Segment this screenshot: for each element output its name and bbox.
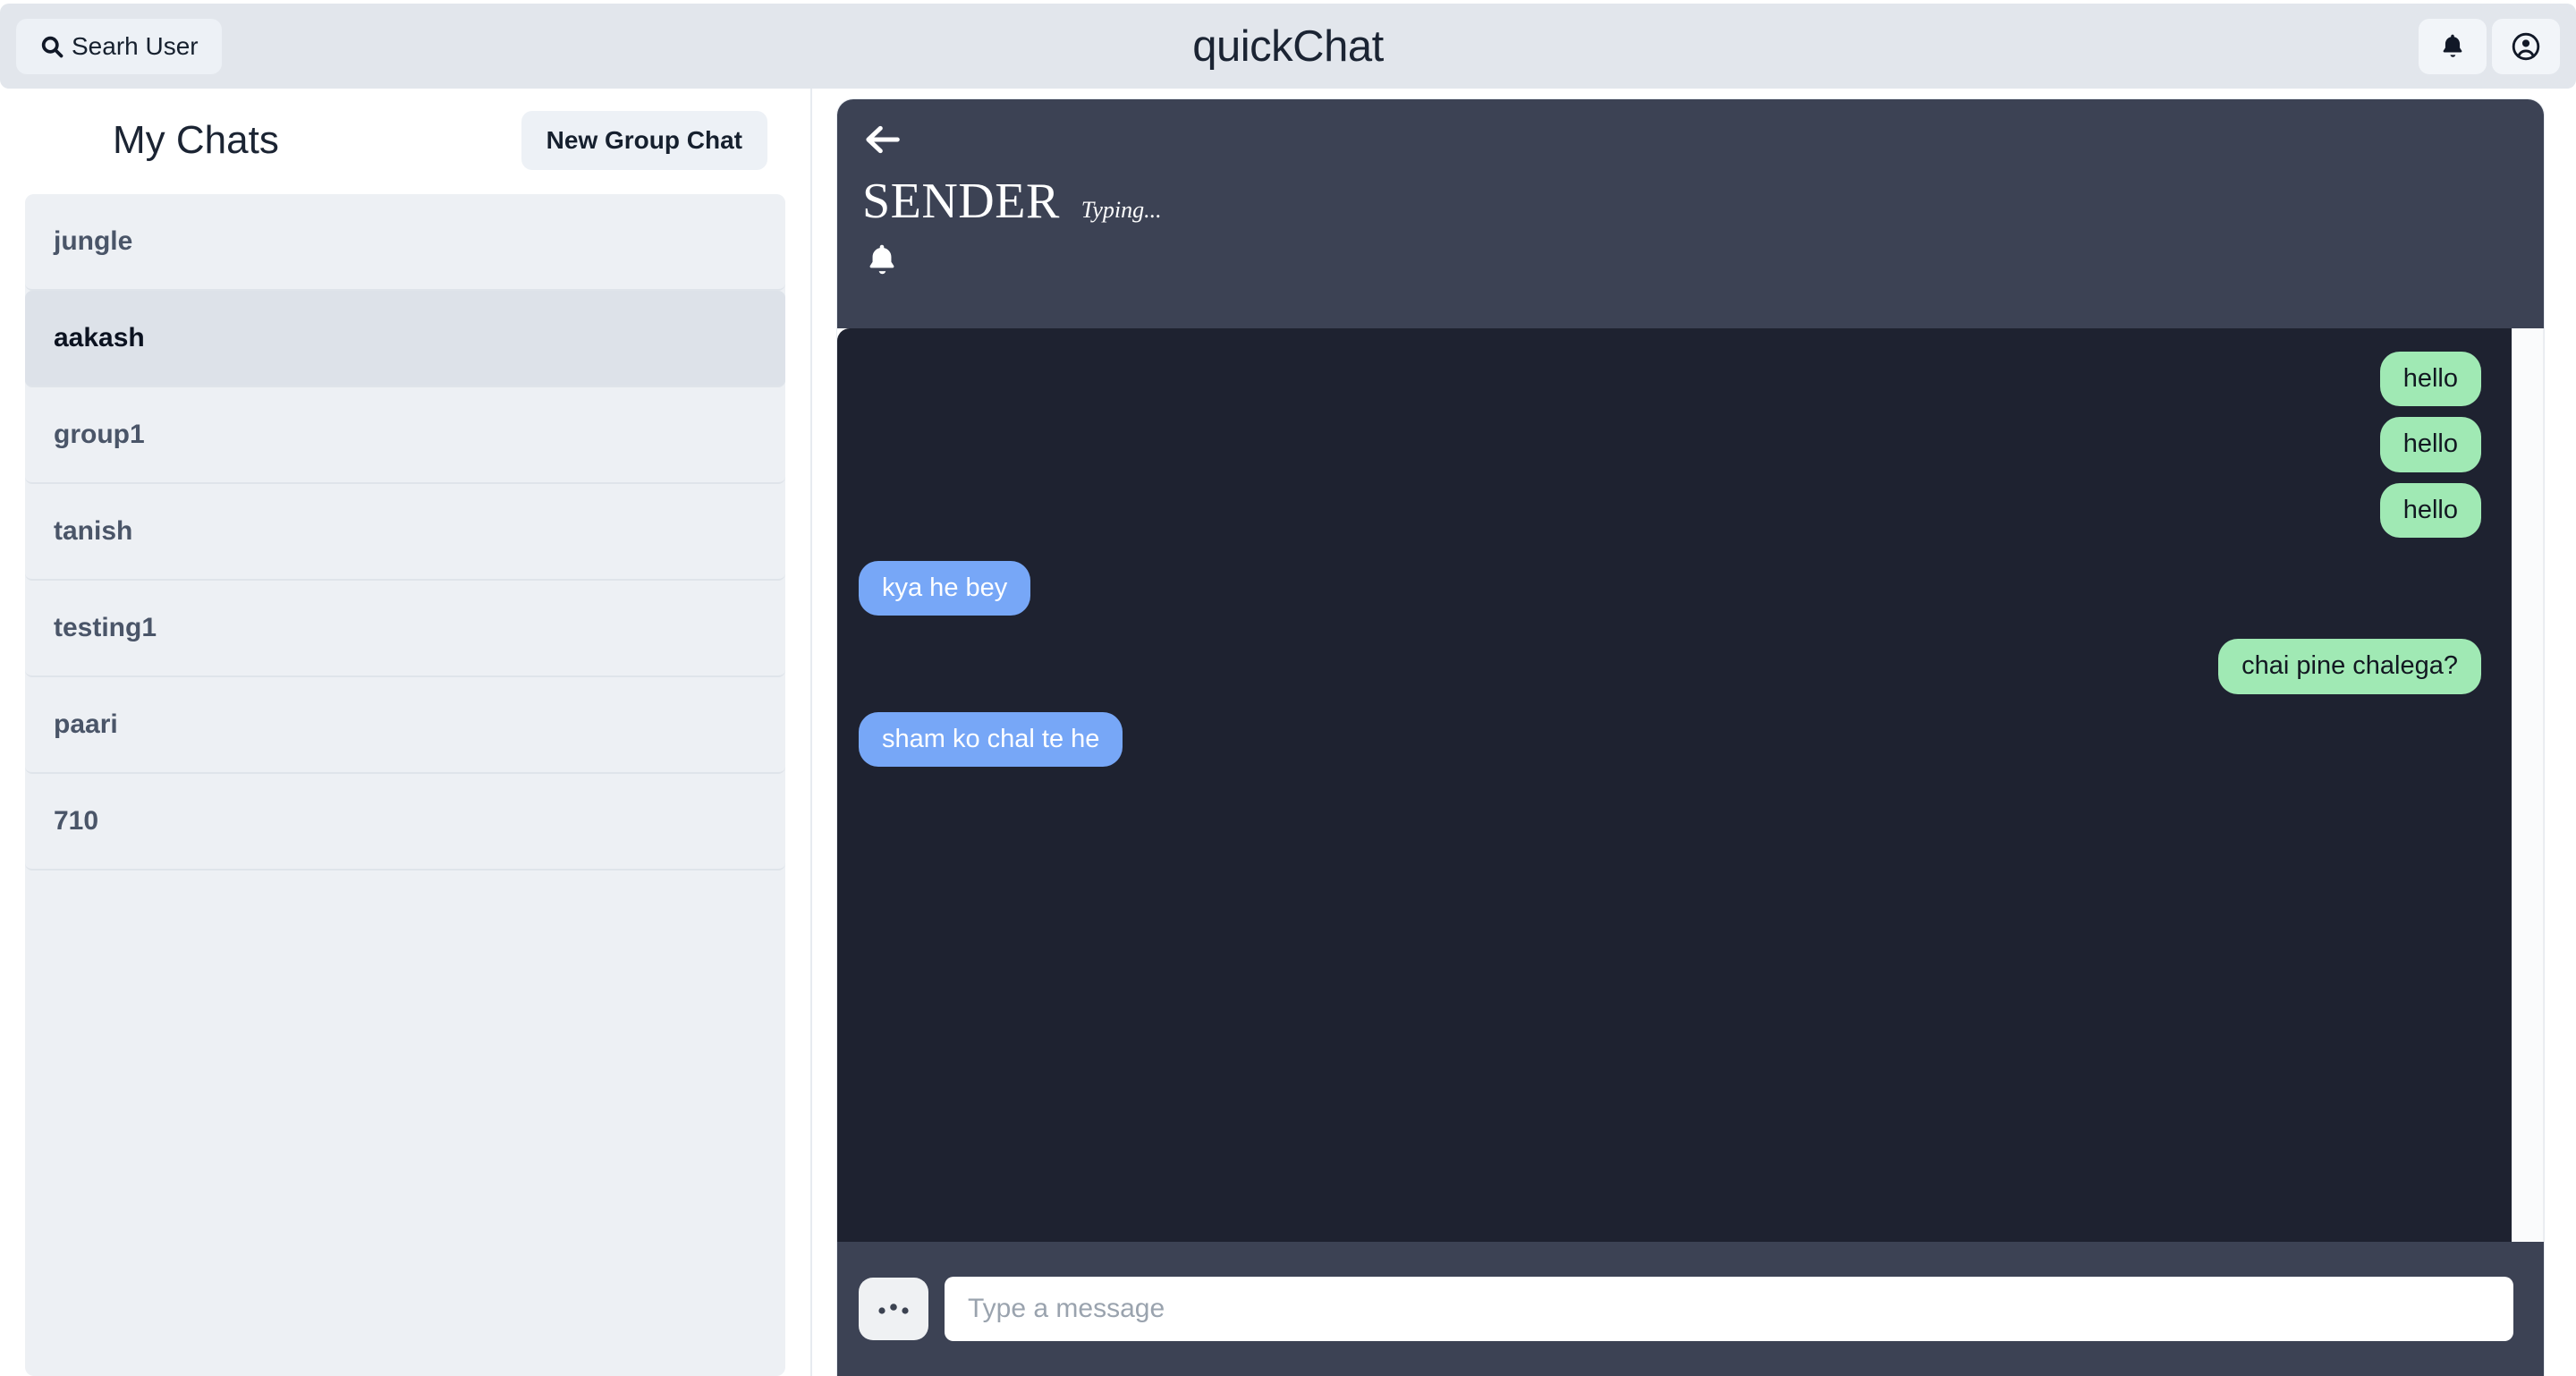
- search-icon: [39, 34, 64, 59]
- message-composer: [837, 1242, 2544, 1376]
- chat-header: SENDER Typing...: [837, 99, 2544, 328]
- sender-name: SENDER: [862, 174, 1060, 229]
- emoji-button[interactable]: [859, 1278, 928, 1340]
- chat-list-item[interactable]: group1: [25, 387, 785, 484]
- message-row: hello: [859, 352, 2481, 407]
- bell-icon: [2437, 31, 2468, 62]
- message-row: hello: [859, 417, 2481, 472]
- messages-scrollbar[interactable]: [2512, 328, 2544, 1242]
- search-user-button-label: Searh User: [72, 31, 199, 60]
- back-arrow-icon[interactable]: [862, 119, 903, 160]
- my-chats-title: My Chats: [113, 118, 279, 162]
- chat-header-row: SENDER Typing...: [862, 173, 2544, 230]
- chat-list-item[interactable]: jungle: [25, 194, 785, 291]
- chat-list[interactable]: jungle aakash group1 tanish testing1 paari 710: [25, 194, 785, 1376]
- new-group-chat-button[interactable]: New Group Chat: [521, 111, 767, 170]
- message-bubble: chai pine chalega?: [2218, 639, 2481, 694]
- messages-outer: hello hello hello kya he bey chai pine chale…: [837, 328, 2544, 1242]
- chat-list-item[interactable]: aakash: [25, 291, 785, 387]
- top-bar-actions: [2419, 18, 2560, 74]
- profile-button[interactable]: [2492, 18, 2560, 74]
- typing-status: Typing...: [1080, 197, 1162, 223]
- message-bubble: hello: [2379, 417, 2481, 472]
- chat-list-item[interactable]: paari: [25, 677, 785, 774]
- user-circle-icon: [2510, 30, 2542, 63]
- body-area: My Chats New Group Chat jungle aakash grou…: [0, 89, 2576, 1376]
- sidebar-header: My Chats New Group Chat: [0, 99, 810, 182]
- chat-list-item[interactable]: tanish: [25, 484, 785, 581]
- message-row: sham ko chal te he: [859, 711, 2481, 768]
- message-bubble: kya he bey: [859, 561, 1031, 616]
- bell-icon[interactable]: [862, 241, 902, 280]
- message-row: kya he bey: [859, 561, 2481, 616]
- message-row: hello: [859, 482, 2481, 539]
- chat-list-item[interactable]: 710: [25, 774, 785, 871]
- top-bar: Searh User quickChat: [0, 4, 2576, 89]
- chat-card: SENDER Typing... hello hello hello kya he b…: [837, 99, 2544, 1376]
- search-user-button[interactable]: Searh User: [16, 18, 222, 74]
- message-input[interactable]: [945, 1277, 2513, 1341]
- notifications-button[interactable]: [2419, 18, 2487, 74]
- app-title: quickChat: [1192, 21, 1384, 71]
- message-list: hello hello hello kya he bey chai pine chale…: [837, 328, 2512, 1242]
- message-bubble: sham ko chal te he: [859, 711, 1123, 768]
- three-dots-icon: [875, 1298, 912, 1321]
- app-root: Searh User quickChat My Chats New Group …: [0, 0, 2576, 1376]
- chat-pane: SENDER Typing... hello hello hello kya he b…: [812, 89, 2576, 1376]
- chat-list-item[interactable]: testing1: [25, 581, 785, 677]
- message-bubble: hello: [2379, 352, 2481, 407]
- message-row: chai pine chalega?: [859, 639, 2481, 694]
- message-bubble: hello: [2379, 482, 2481, 539]
- sidebar: My Chats New Group Chat jungle aakash grou…: [0, 89, 812, 1376]
